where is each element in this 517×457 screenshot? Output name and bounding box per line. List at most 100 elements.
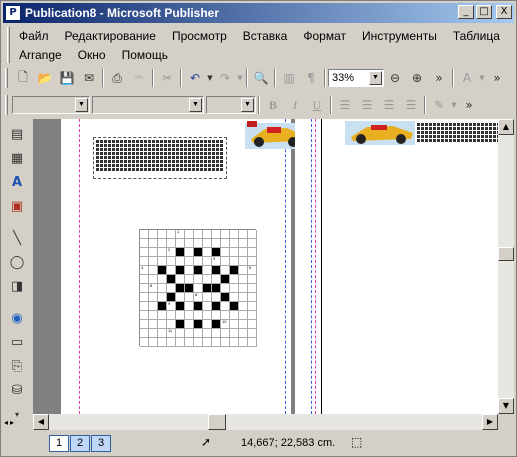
margin-guide [315,119,316,414]
crossword-cell [149,329,158,338]
crossword-cell [212,239,221,248]
close-button[interactable]: X [496,5,512,19]
html-fragment-icon[interactable]: ⎘ [6,355,28,377]
mail-recipient-icon[interactable]: ✉ [78,67,100,89]
crossword-black-cell [212,266,221,275]
zoom-combo[interactable]: 33% ▼ [328,69,384,87]
web-component-icon[interactable]: ◉ [6,307,28,329]
line-icon[interactable]: ╲ [6,227,28,249]
menu-file[interactable]: Файл [11,29,57,43]
menu-tools[interactable]: Инструменты [354,29,445,43]
autoshapes-icon[interactable]: ◨ [6,275,28,297]
toolbar-overflow-button[interactable]: » [428,67,450,89]
vertical-scrollbar[interactable]: ▲ ▼ [498,119,514,414]
oval-icon[interactable]: ◯ [6,251,28,273]
menubar-grip[interactable] [7,27,10,63]
page-right[interactable] [295,119,498,414]
font-combo[interactable]: ▼ [92,96,204,114]
crossword-cell [221,338,230,347]
scroll-down-icon[interactable]: ▼ [498,398,514,414]
columns-icon[interactable]: ▥ [278,67,300,89]
cut-icon[interactable]: ✂ [156,67,178,89]
open-folder-icon[interactable]: 📂 [34,67,56,89]
toolbar-grip[interactable] [5,68,8,88]
maximize-button[interactable]: □ [476,5,492,19]
menu-table[interactable]: Таблица [445,29,508,43]
print-preview-icon[interactable]: 🔍 [250,67,272,89]
redo-icon[interactable]: ↷ [214,67,236,89]
chevron-down-icon[interactable]: ▼ [75,98,88,112]
crossword-cell [194,230,203,239]
align-left-icon[interactable]: ☰ [334,94,356,116]
document-workspace[interactable]: 1 2 3 4 5 6 8 9 10 11 [33,119,498,414]
pilcrow-icon[interactable]: ¶ [300,67,322,89]
menu-view[interactable]: Просмотр [164,29,235,43]
zoom-out-icon[interactable]: ⊖ [384,67,406,89]
page-tab-2[interactable]: 2 [70,434,90,452]
crossword-cell [194,239,203,248]
toolbar-overflow-button-2[interactable]: » [486,67,508,89]
font-size-combo[interactable]: ▼ [206,96,256,114]
page-left[interactable]: 1 2 3 4 5 6 8 9 10 11 [61,119,307,414]
style-combo[interactable]: ▼ [12,96,90,114]
scroll-right-small-icon[interactable]: ▸ [10,418,14,427]
text-box-icon[interactable]: ▤ [6,123,28,145]
race-car-image[interactable] [345,119,417,145]
scroll-right-icon[interactable]: ▶ [482,414,498,430]
undo-dropdown-icon[interactable]: ▼ [206,67,214,89]
table-icon[interactable]: ▦ [6,147,28,169]
crossword-cell [203,257,212,266]
print-icon[interactable]: ⎙ [106,67,128,89]
page-tab-3[interactable]: 3 [91,434,111,452]
menu-format[interactable]: Формат [295,29,354,43]
text-frame[interactable] [93,137,227,179]
spelling-icon[interactable]: ᴬᴮᶜ [128,67,150,89]
underline-button[interactable]: U [306,94,328,116]
line-color-icon[interactable]: ✎ [428,94,450,116]
format-painter-icon[interactable]: A [456,67,478,89]
line-color-dropdown-icon[interactable]: ▼ [450,94,458,116]
wordart-icon[interactable]: A [6,171,28,193]
crossword-cell [185,266,194,275]
align-center-icon[interactable]: ☰ [356,94,378,116]
redo-dropdown-icon[interactable]: ▼ [236,67,244,89]
crossword-cell [221,230,230,239]
menu-help[interactable]: Помощь [114,48,176,62]
toolbar-overflow-button[interactable]: » [458,94,480,116]
form-control-icon[interactable]: ▭ [6,331,28,353]
scroll-left-small-icon[interactable]: ◂ [4,418,8,427]
horizontal-scroll-thumb[interactable] [208,414,226,430]
horizontal-scrollbar[interactable]: ◀ ▶ [33,414,498,430]
minimize-button[interactable]: _ [458,5,474,19]
menu-window[interactable]: Окно [70,48,114,62]
chevron-down-icon[interactable]: ▼ [369,71,382,85]
save-icon[interactable]: 💾 [56,67,78,89]
scroll-up-icon[interactable]: ▲ [498,119,514,135]
new-icon[interactable]: 🗋 [12,67,34,89]
title-bar[interactable]: P Publication8 - Microsoft Publisher _ □… [3,3,514,23]
vertical-scroll-thumb[interactable] [498,247,514,261]
toolbar-grip[interactable] [5,95,8,115]
page-tab-1[interactable]: 1 [49,434,69,452]
bold-button[interactable]: B [262,94,284,116]
menu-insert[interactable]: Вставка [235,29,296,43]
crossword-grid[interactable]: 1 2 3 4 5 6 8 9 10 11 [139,229,257,347]
crossword-cell [203,329,212,338]
italic-button[interactable]: I [284,94,306,116]
align-right-icon[interactable]: ☰ [378,94,400,116]
crossword-cell [203,239,212,248]
format-painter-dropdown-icon[interactable]: ▼ [478,67,486,89]
undo-icon[interactable]: ↶ [184,67,206,89]
menu-arrange[interactable]: Arrange [11,48,70,62]
publisher-app-icon[interactable]: P [5,5,21,21]
design-gallery-icon[interactable]: ⛁ [6,379,28,401]
chevron-down-icon[interactable]: ▼ [241,98,254,112]
crossword-cell [248,284,257,293]
menu-edit[interactable]: Редактирование [57,29,164,43]
zoom-in-icon[interactable]: ⊕ [406,67,428,89]
scroll-left-icon[interactable]: ◀ [33,414,49,430]
justify-icon[interactable]: ☰ [400,94,422,116]
chevron-down-icon[interactable]: ▼ [189,98,202,112]
picture-frame-icon[interactable]: ▣ [6,195,28,217]
text-frame[interactable] [415,121,498,149]
